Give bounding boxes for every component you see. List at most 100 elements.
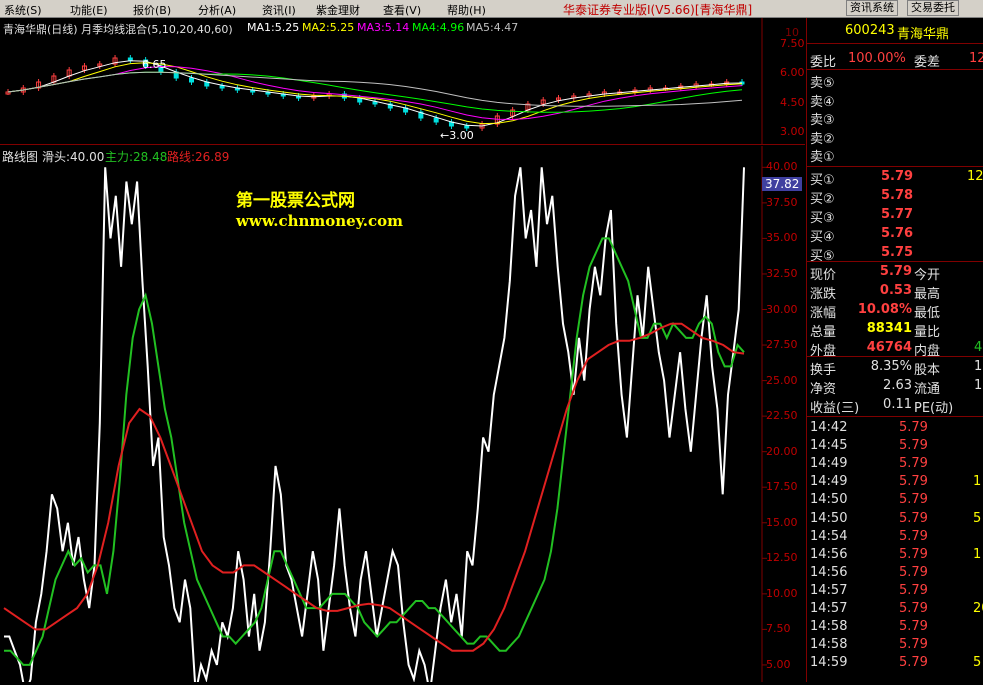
indicator-ytick: 15.00 — [766, 515, 798, 529]
stat-label: 现价 — [810, 268, 837, 283]
bid-price: 5.78 — [881, 188, 914, 203]
tick-row: 14:54 5.79 — [807, 529, 983, 547]
menu-function[interactable]: 功能(E) — [70, 2, 108, 18]
kline-ytick-1: 7.50 — [780, 37, 805, 50]
watermark-title: 第一股票公式网 — [236, 191, 355, 211]
indicator-ytick: 32.50 — [766, 266, 798, 280]
tick-row: 14:59 5.79 5 — [807, 655, 983, 673]
candle-body — [464, 125, 470, 129]
series-route-line — [3, 322, 745, 652]
ask-label: 卖① — [810, 150, 835, 165]
separator — [807, 416, 983, 417]
tick-price: 5.79 — [899, 619, 928, 635]
menu-news[interactable]: 资讯(I) — [262, 2, 296, 18]
indicator-ytick: 25.00 — [766, 373, 798, 387]
tick-row: 14:58 5.79 — [807, 637, 983, 655]
menu-analysis[interactable]: 分析(A) — [198, 2, 236, 18]
stat-label: 总量 — [810, 325, 837, 340]
separator — [807, 356, 983, 357]
ask-row: 卖④ — [807, 91, 983, 110]
tick-price: 5.79 — [899, 601, 928, 616]
route-label: 路线:26.89 — [167, 150, 230, 164]
stat-row: 总量 88341 量比 — [807, 321, 983, 340]
indicator-ytick: 20.00 — [766, 444, 798, 458]
tick-time: 14:45 — [810, 438, 848, 454]
ask-row: 卖① — [807, 146, 983, 165]
stat2-label: 净资 — [810, 382, 837, 397]
weicha-value: 12 — [969, 51, 983, 66]
candle-body — [433, 117, 439, 123]
tick-price: 5.79 — [899, 655, 928, 671]
kline-panel[interactable]: 青海华鼎(日线) 月季均线混合(5,10,20,40,60) MA1:5.25 … — [0, 18, 805, 144]
tick-time: 14:49 — [810, 456, 848, 472]
tick-row: 14:57 5.79 20 — [807, 601, 983, 619]
separator — [807, 43, 983, 44]
main-force-label: 主力:28.48 — [105, 150, 168, 164]
bid-row: 买② 5.78 — [807, 188, 983, 207]
tick-price: 5.79 — [899, 546, 928, 562]
tick-row: 14:45 5.79 — [807, 438, 983, 456]
tick-volume: 1 — [973, 474, 982, 490]
tick-time: 14:50 — [810, 492, 848, 508]
tick-row: 14:56 5.79 1 — [807, 547, 983, 565]
indicator-ytick: 40.00 — [766, 160, 798, 174]
stat-value-2: 4 — [974, 340, 983, 355]
ma5-label: MA5:4.47 — [466, 21, 519, 34]
tick-row: 14:49 5.79 1 — [807, 474, 983, 492]
menu-help[interactable]: 帮助(H) — [447, 2, 486, 18]
separator — [807, 166, 983, 167]
stat2-row: 收益(三) 0.11 PE(动) — [807, 397, 983, 416]
tick-time: 14:56 — [810, 546, 848, 562]
ma4-label: MA4:4.96 — [412, 21, 465, 34]
tick-row: 14:49 5.79 — [807, 456, 983, 474]
tick-price: 5.79 — [899, 528, 928, 544]
tick-price: 5.79 — [899, 564, 928, 580]
tick-time: 14:50 — [810, 510, 848, 526]
stat2-label: 换手 — [810, 363, 837, 378]
bid-label: 买③ — [810, 211, 835, 226]
stat-row: 涨跌 0.53 最高 — [807, 283, 983, 302]
stat-value: 0.53 — [879, 283, 912, 298]
low-marker-value: 3.00 — [449, 129, 474, 142]
candle-body — [219, 85, 225, 89]
stat-value: 10.08% — [857, 302, 912, 317]
bid-label: 买① — [810, 173, 835, 188]
tick-price: 5.79 — [899, 438, 928, 454]
menu-system[interactable]: 系统(S) — [4, 2, 42, 18]
tick-volume: 1 — [973, 546, 982, 562]
stat-row: 涨幅 10.08% 最低 — [807, 302, 983, 321]
stat2-label-2: PE(动) — [914, 401, 954, 416]
news-system-button[interactable]: 资讯系统 — [846, 0, 898, 16]
candle-body — [372, 101, 378, 105]
stat2-label-2: 股本 — [914, 363, 941, 378]
menu-quote[interactable]: 报价(B) — [133, 2, 171, 18]
indicator-title: 路线图 — [2, 150, 39, 164]
bid-row: 买④ 5.76 — [807, 226, 983, 245]
trade-order-button[interactable]: 交易委托 — [907, 0, 959, 16]
stock-name: 青海华鼎 — [897, 27, 950, 42]
tick-price: 5.79 — [899, 492, 928, 508]
tick-price: 5.79 — [899, 420, 928, 435]
stock-code: 600243 — [845, 23, 895, 38]
kline-ytick-2: 6.00 — [780, 66, 805, 79]
bid-price: 5.75 — [881, 245, 914, 260]
current-value-badge: 37.82 — [762, 177, 803, 191]
tick-time: 14:59 — [810, 655, 848, 671]
menu-finance[interactable]: 紫金理财 — [316, 2, 360, 18]
tick-volume: 5 — [973, 655, 982, 671]
tick-row: 14:50 5.79 — [807, 492, 983, 510]
ask-label: 卖④ — [810, 94, 835, 110]
weibi-label: 委比 — [810, 55, 837, 70]
kline-ytick-4: 3.00 — [780, 125, 805, 138]
ask-row: 卖③ — [807, 109, 983, 128]
stat2-row: 换手 8.35%股本 1. — [807, 359, 983, 378]
stat-label-2: 量比 — [914, 325, 941, 340]
tick-time: 14:58 — [810, 637, 848, 653]
bid-price: 5.79 — [881, 169, 914, 184]
menu-view[interactable]: 查看(V) — [383, 2, 421, 18]
low-arrow: ← — [440, 129, 450, 142]
stat-row: 现价 5.79 今开 — [807, 264, 983, 283]
separator — [807, 261, 983, 262]
stat2-value-2: 1. — [974, 359, 983, 374]
ma3-label: MA3:5.14 — [357, 21, 410, 34]
